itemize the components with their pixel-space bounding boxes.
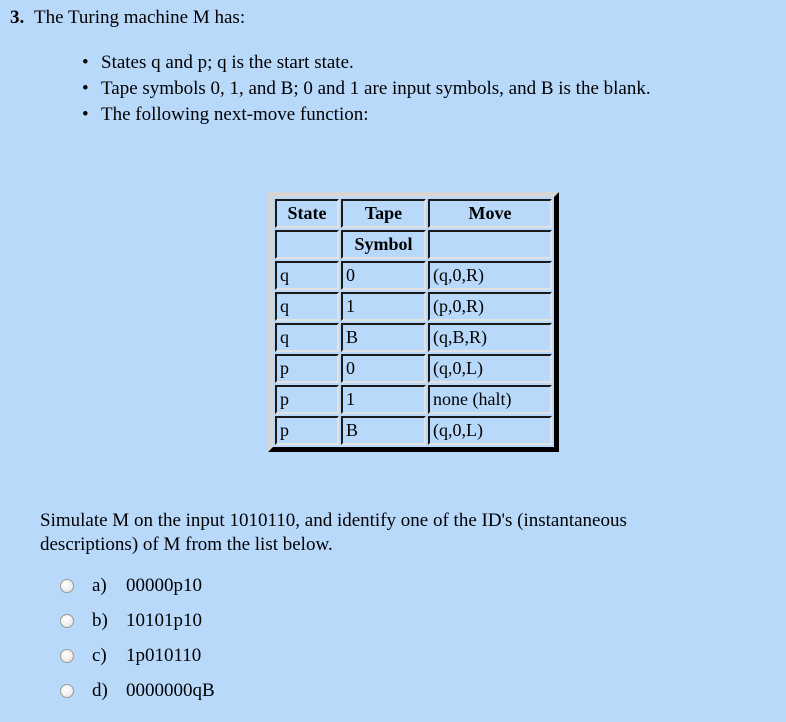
- list-item: • The following next-move function:: [82, 102, 782, 127]
- cell-state: p: [275, 354, 339, 383]
- table-row: q 1 (p,0,R): [275, 292, 552, 321]
- column-header-move-blank: [428, 230, 552, 259]
- simulation-prompt: Simulate M on the input 1010110, and ide…: [40, 510, 627, 555]
- option-text-a: 00000p10: [126, 574, 202, 596]
- cell-symbol: 0: [341, 261, 426, 290]
- cell-move: none (halt): [428, 385, 552, 414]
- column-header-move: Move: [428, 199, 552, 228]
- radio-button-c[interactable]: [60, 648, 74, 663]
- list-item: • Tape symbols 0, 1, and B; 0 and 1 are …: [82, 76, 782, 101]
- table-row: p 1 none (halt): [275, 385, 552, 414]
- question-stem-text: The Turing machine M has:: [34, 7, 246, 28]
- option-row-c[interactable]: c) 1p010110: [60, 638, 560, 673]
- cell-move: (p,0,R): [428, 292, 552, 321]
- table-row: p 0 (q,0,L): [275, 354, 552, 383]
- cell-move: (q,0,R): [428, 261, 552, 290]
- table-row: q 0 (q,0,R): [275, 261, 552, 290]
- option-letter-c: c): [92, 644, 107, 666]
- cell-state: p: [275, 416, 339, 445]
- list-item: • States q and p; q is the start state.: [82, 50, 782, 75]
- option-row-a[interactable]: a) 00000p10: [60, 568, 560, 603]
- list-item-label: Tape symbols 0, 1, and B; 0 and 1 are in…: [101, 78, 651, 99]
- option-letter-b: b): [92, 609, 108, 631]
- option-row-d[interactable]: d) 0000000qB: [60, 673, 560, 708]
- question-stem-row: 3. The Turing machine M has:: [0, 6, 786, 30]
- option-letter-a: a): [92, 574, 107, 596]
- cell-symbol: B: [341, 416, 426, 445]
- question-block: 3. The Turing machine M has: • States q …: [0, 6, 786, 128]
- question-page: 3. The Turing machine M has: • States q …: [0, 0, 786, 722]
- question-number: 3.: [10, 7, 25, 28]
- cell-state: p: [275, 385, 339, 414]
- radio-button-b[interactable]: [60, 613, 74, 628]
- radio-button-a[interactable]: [60, 578, 74, 593]
- column-header-state: State: [275, 199, 339, 228]
- option-text-d: 0000000qB: [126, 679, 215, 701]
- option-letter-d: d): [92, 679, 108, 701]
- table-body: q 0 (q,0,R) q 1 (p,0,R) q B (q,B,R) p 0: [275, 261, 552, 445]
- cell-symbol: 1: [341, 292, 426, 321]
- column-header-symbol: Symbol: [341, 230, 426, 259]
- column-header-state-blank: [275, 230, 339, 259]
- cell-state: q: [275, 323, 339, 352]
- bullet-icon: •: [82, 104, 89, 125]
- table-header: State Tape Move Symbol: [275, 199, 552, 259]
- bullet-icon: •: [82, 52, 89, 73]
- cell-state: q: [275, 292, 339, 321]
- table-row: p B (q,0,L): [275, 416, 552, 445]
- cell-move: (q,0,L): [428, 354, 552, 383]
- table-header-row-2: Symbol: [275, 230, 552, 259]
- cell-symbol: 1: [341, 385, 426, 414]
- answer-options: a) 00000p10 b) 10101p10 c) 1p010110 d) 0…: [60, 568, 560, 708]
- cell-move: (q,0,L): [428, 416, 552, 445]
- radio-button-d[interactable]: [60, 683, 74, 698]
- bullet-icon: •: [82, 78, 89, 99]
- cell-state: q: [275, 261, 339, 290]
- machine-description-list: • States q and p; q is the start state. …: [0, 50, 782, 127]
- option-row-b[interactable]: b) 10101p10: [60, 603, 560, 638]
- list-item-label: States q and p; q is the start state.: [101, 52, 354, 73]
- cell-move: (q,B,R): [428, 323, 552, 352]
- column-header-tape: Tape: [341, 199, 426, 228]
- cell-symbol: B: [341, 323, 426, 352]
- option-text-c: 1p010110: [126, 644, 202, 666]
- cell-symbol: 0: [341, 354, 426, 383]
- option-text-b: 10101p10: [126, 609, 202, 631]
- next-move-function-table: State Tape Move Symbol q 0 (q,0,R) q 1 (…: [268, 192, 559, 452]
- table-row: q B (q,B,R): [275, 323, 552, 352]
- list-item-label: The following next-move function:: [101, 104, 369, 125]
- next-move-table-container: State Tape Move Symbol q 0 (q,0,R) q 1 (…: [268, 192, 559, 452]
- table-header-row-1: State Tape Move: [275, 199, 552, 228]
